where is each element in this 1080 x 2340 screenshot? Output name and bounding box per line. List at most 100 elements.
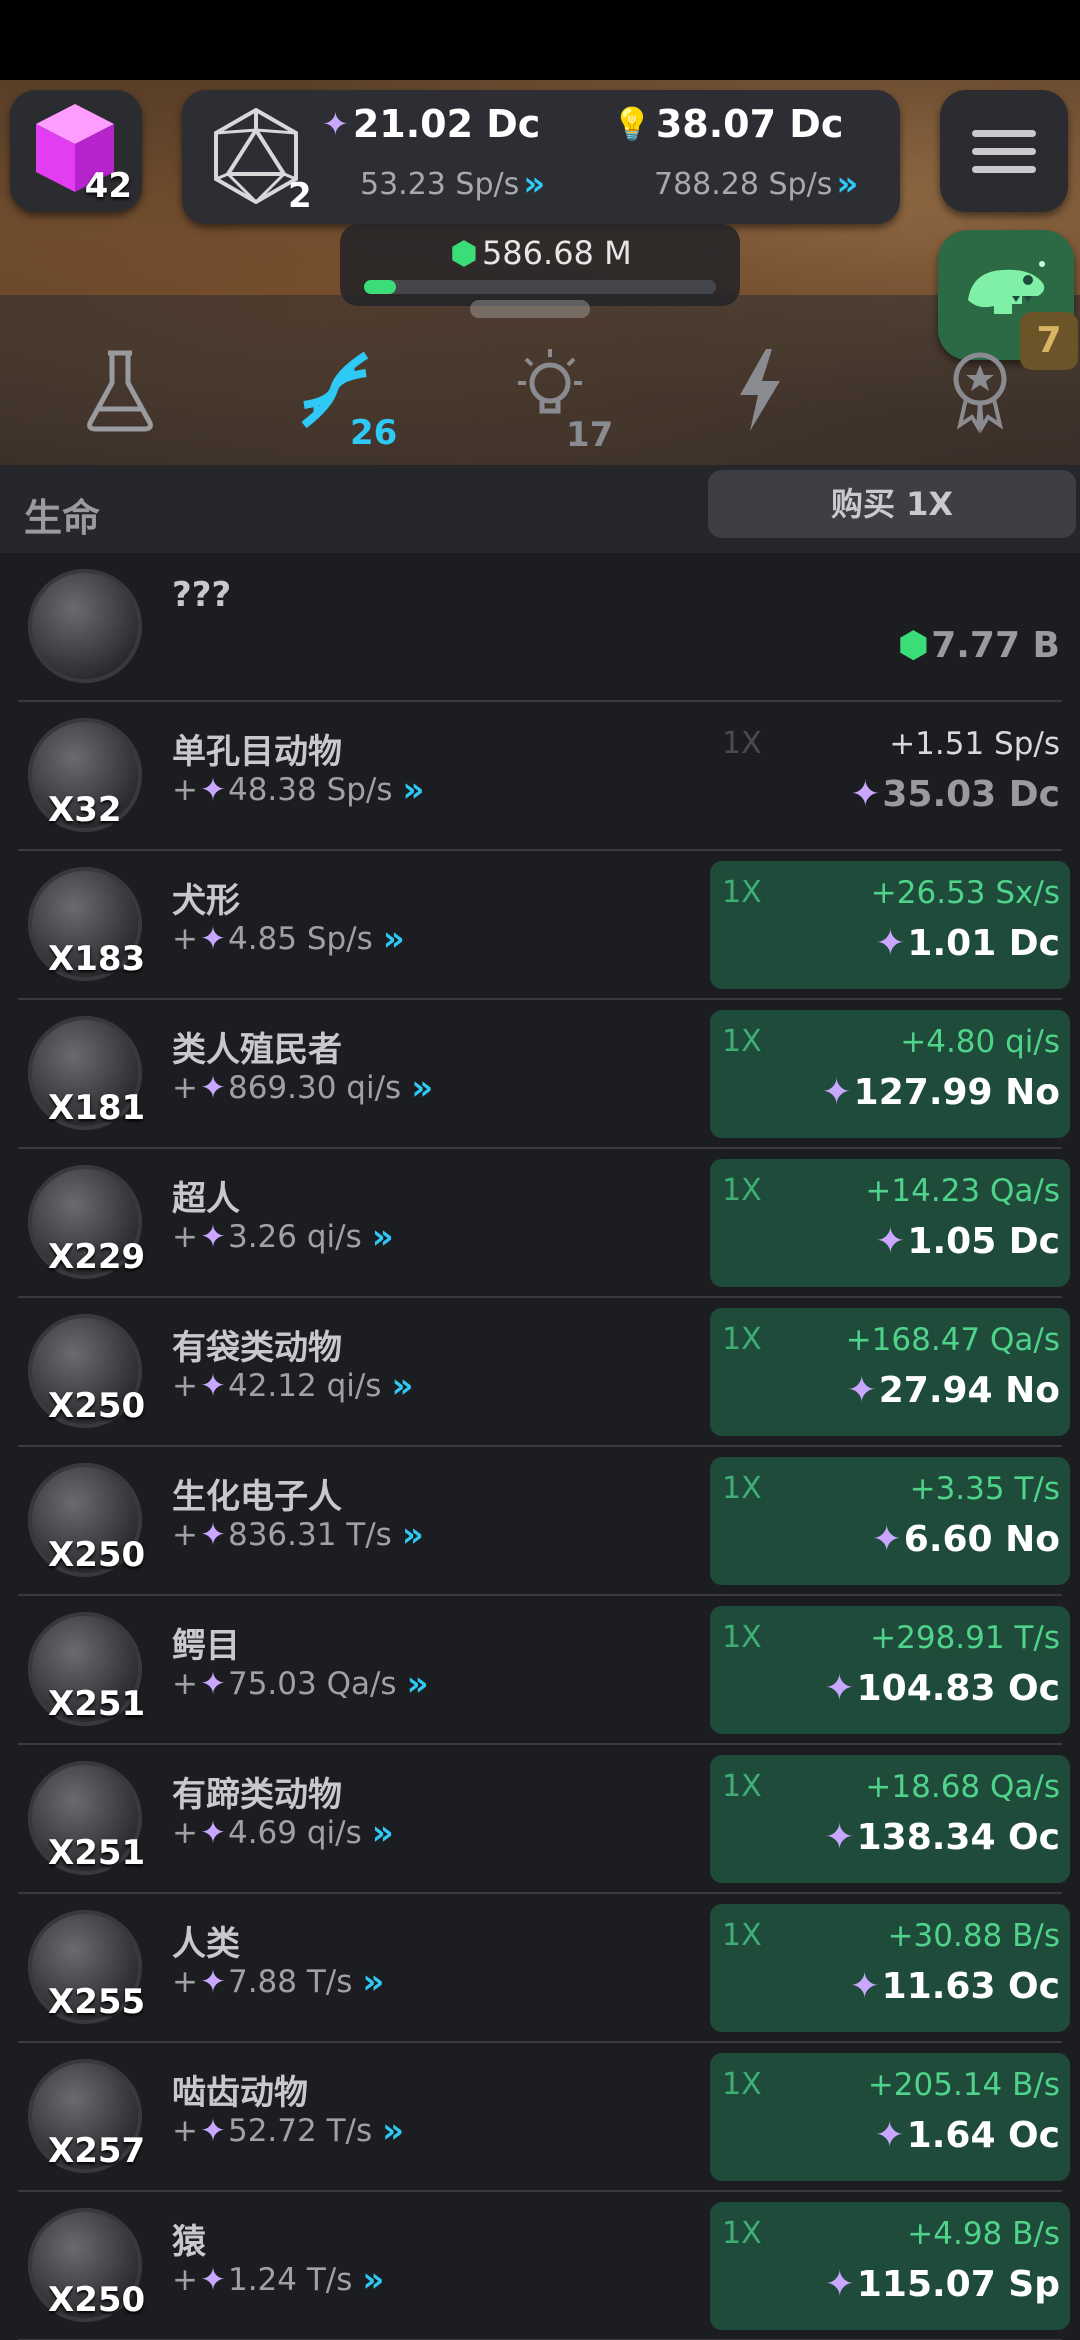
buy-card[interactable]: 1X +205.14 B/s ✦ 1.64 Oc (710, 2053, 1070, 2181)
tab-achievements[interactable] (920, 345, 1040, 455)
cost-value: 104.83 Oc (856, 1668, 1060, 1709)
spark-icon: ✦ (199, 2113, 226, 2149)
gem-progress-fill (364, 280, 396, 294)
owned-count: X32 (48, 790, 122, 830)
spark-icon: ✦ (199, 2262, 226, 2298)
buy-card[interactable]: 1X +4.98 B/s ✦ 115.07 Sp (710, 2202, 1070, 2330)
plus-sign: + (172, 2113, 198, 2149)
spark-icon: ✦ (850, 774, 881, 815)
idea-resource: 💡 38.07 Dc 788.28 Sp/s » (612, 102, 892, 212)
creature-rate: + ✦ 4.69 qi/s » (172, 1813, 394, 1853)
gem-value: 586.68 M (481, 234, 632, 272)
rate-value: 48.38 Sp/s (227, 772, 393, 808)
list-item: X250 生化电子人 + ✦ 836.31 T/s » 1X +3.35 T/s… (18, 1447, 1070, 1596)
buy-cost: ✦ 1.05 Dc (875, 1221, 1060, 1262)
double-chevron-icon: » (391, 1366, 413, 1406)
plus-sign: + (172, 1368, 198, 1404)
buy-card[interactable]: 1X +18.68 Qa/s ✦ 138.34 Oc (710, 1755, 1070, 1883)
resource-panel[interactable]: 2 ✦ 21.02 Dc 53.23 Sp/s » 💡 38.07 Dc 788… (182, 90, 900, 224)
buy-quantity: 1X (722, 2216, 762, 2251)
hamburger-line (972, 130, 1036, 137)
idea-value: 38.07 Dc (655, 102, 844, 146)
rate-value: 4.85 Sp/s (227, 921, 373, 957)
idea-rate: 788.28 Sp/s (654, 166, 833, 202)
buy-gain: +298.91 T/s (870, 1620, 1060, 1656)
owned-count: X183 (48, 939, 146, 979)
owned-count: X181 (48, 1088, 146, 1128)
spark-icon: ✦ (199, 772, 226, 808)
buy-cost: ✦ 35.03 Dc (850, 774, 1060, 815)
double-chevron-icon: » (411, 1068, 433, 1108)
buy-card[interactable]: 1X +168.47 Qa/s ✦ 27.94 No (710, 1308, 1070, 1436)
list-item: X229 超人 + ✦ 3.26 qi/s » 1X +14.23 Qa/s ✦… (18, 1149, 1070, 1298)
buy-card[interactable]: 1X +298.91 T/s ✦ 104.83 Oc (710, 1606, 1070, 1734)
spark-icon: ✦ (199, 1368, 226, 1404)
list-item: X250 有袋类动物 + ✦ 42.12 qi/s » 1X +168.47 Q… (18, 1298, 1070, 1447)
spark-icon: ✦ (875, 1221, 906, 1262)
creature-rate: + ✦ 42.12 qi/s » (172, 1366, 413, 1406)
buy-card[interactable]: 1X +14.23 Qa/s ✦ 1.05 Dc (710, 1159, 1070, 1287)
buy-cost: ✦ 127.99 No (822, 1072, 1061, 1113)
tab-ideas[interactable]: 17 (490, 345, 614, 455)
cost-value: 115.07 Sp (856, 2264, 1060, 2305)
owned-count: X257 (48, 2131, 146, 2171)
buy-gain: +4.80 qi/s (900, 1024, 1060, 1060)
buy-cost: ✦ 115.07 Sp (825, 2264, 1060, 2305)
tab-ideas-count: 17 (566, 415, 614, 455)
buy-card[interactable]: 1X +1.51 Sp/s ✦ 35.03 Dc (710, 712, 1070, 840)
creature-name: 单孔目动物 (172, 732, 342, 772)
buy-card[interactable]: 1X +4.80 qi/s ✦ 127.99 No (710, 1010, 1070, 1138)
list-item: X183 犬形 + ✦ 4.85 Sp/s » 1X +26.53 Sx/s ✦… (18, 851, 1070, 1000)
buy-cost: ✦ 1.01 Dc (875, 923, 1060, 964)
buy-card[interactable]: 1X +3.35 T/s ✦ 6.60 No (710, 1457, 1070, 1585)
spark-resource: ✦ 21.02 Dc 53.23 Sp/s » (322, 102, 602, 212)
tab-life[interactable]: 26 (270, 345, 397, 455)
spark-icon: ✦ (199, 1517, 226, 1553)
buy-card[interactable]: ⬢ 7.77 B (710, 563, 1070, 691)
list-item: X255 人类 + ✦ 7.88 T/s » 1X +30.88 B/s ✦ 1… (18, 1894, 1070, 2043)
creature-rate: + ✦ 4.85 Sp/s » (172, 919, 405, 959)
rate-value: 1.24 T/s (227, 2262, 353, 2298)
buy-multiplier-button[interactable]: 购买 1X (708, 470, 1076, 538)
spark-icon: ✦ (874, 2115, 905, 2156)
spark-icon: ✦ (199, 1219, 226, 1255)
cube-count: 42 (84, 166, 132, 206)
buy-card[interactable]: 1X +30.88 B/s ✦ 11.63 Oc (710, 1904, 1070, 2032)
buy-gain: +1.51 Sp/s (889, 726, 1060, 762)
double-chevron-icon: » (371, 1217, 394, 1257)
creature-rate: + ✦ 75.03 Qa/s » (172, 1664, 429, 1704)
list-item: X251 有蹄类动物 + ✦ 4.69 qi/s » 1X +18.68 Qa/… (18, 1745, 1070, 1894)
cost-value: 35.03 Dc (882, 774, 1060, 815)
spark-icon: ✦ (846, 1370, 877, 1411)
rate-value: 836.31 T/s (227, 1517, 392, 1553)
buy-cost: ✦ 6.60 No (872, 1519, 1060, 1560)
owned-count: X255 (48, 1982, 146, 2022)
status-bar (0, 0, 1080, 80)
buy-gain: +26.53 Sx/s (870, 875, 1060, 911)
tab-power[interactable] (700, 345, 820, 455)
cost-value: 27.94 No (878, 1370, 1060, 1411)
buy-card[interactable]: 1X +26.53 Sx/s ✦ 1.01 Dc (710, 861, 1070, 989)
spark-icon: ✦ (824, 1817, 855, 1858)
plus-sign: + (172, 1219, 198, 1255)
cost-value: 1.05 Dc (907, 1221, 1060, 1262)
creature-list: ??? ⬢ 7.77 B X32 单孔目动物 + ✦ 48.38 Sp/s » … (0, 553, 1080, 2340)
tab-life-count: 26 (350, 413, 398, 453)
tab-lab[interactable] (60, 345, 180, 455)
owned-count: X251 (48, 1833, 146, 1873)
cost-value: 1.01 Dc (907, 923, 1060, 964)
menu-button[interactable] (940, 90, 1068, 212)
owned-count: X250 (48, 1535, 146, 1575)
cube-button[interactable]: 42 (10, 90, 142, 212)
buy-quantity: 1X (722, 1769, 762, 1804)
buy-gain: +18.68 Qa/s (865, 1769, 1060, 1805)
hamburger-line (972, 148, 1036, 155)
spark-icon: ✦ (199, 1666, 226, 1702)
spark-rate: 53.23 Sp/s (360, 166, 520, 202)
rate-value: 3.26 qi/s (227, 1219, 362, 1255)
spark-value: 21.02 Dc (352, 102, 541, 146)
double-chevron-icon: » (382, 919, 405, 959)
double-chevron-icon: » (382, 2111, 404, 2151)
award-icon (953, 352, 1007, 434)
buy-gain: +14.23 Qa/s (865, 1173, 1060, 1209)
